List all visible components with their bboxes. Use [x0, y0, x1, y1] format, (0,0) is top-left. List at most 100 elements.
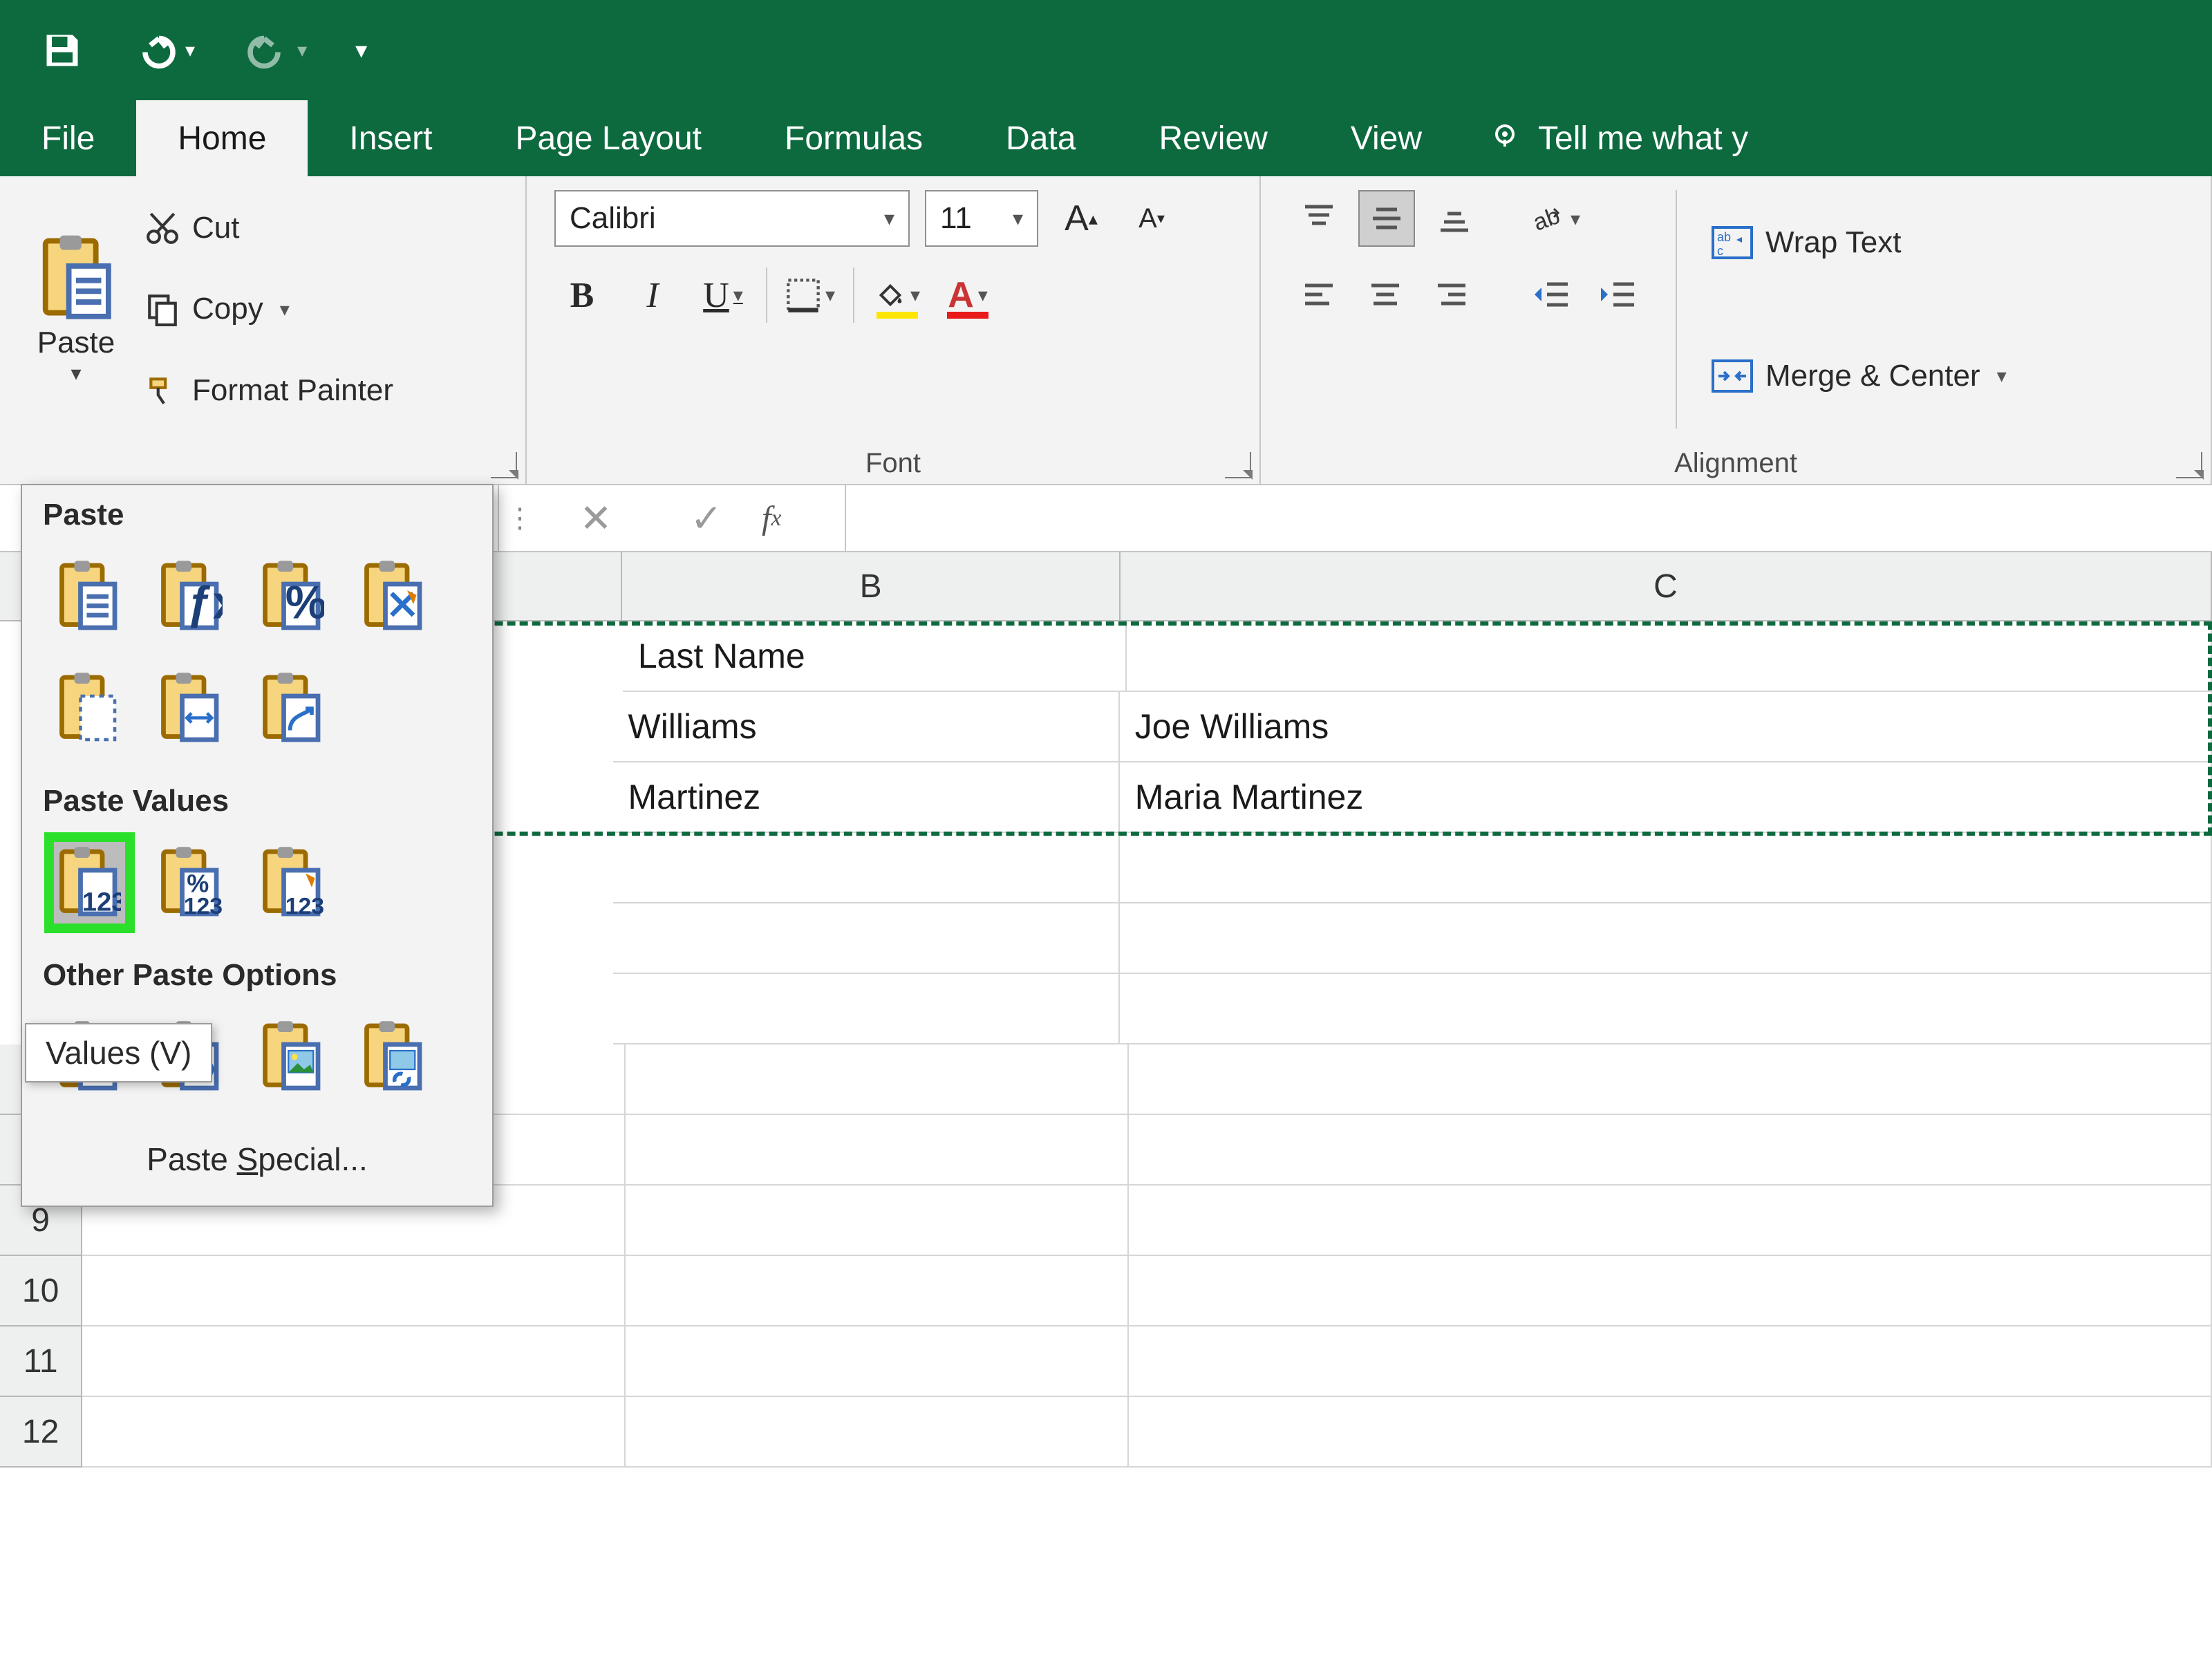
- undo-icon[interactable]: ▾: [131, 30, 195, 71]
- paste-button[interactable]: Paste ▾: [24, 234, 128, 386]
- decrease-indent-icon[interactable]: [1524, 268, 1578, 321]
- tab-file[interactable]: File: [0, 100, 136, 176]
- other-paste-section-label: Other Paste Options: [22, 946, 492, 1005]
- enter-formula-icon[interactable]: ✓: [651, 496, 762, 541]
- merge-center-button[interactable]: Merge & Center ▾: [1712, 359, 2007, 393]
- tab-view[interactable]: View: [1309, 100, 1463, 176]
- decrease-font-icon[interactable]: A▾: [1124, 191, 1179, 246]
- font-color-button[interactable]: A▾: [940, 268, 995, 323]
- copy-dropdown-icon[interactable]: ▾: [280, 298, 290, 321]
- chevron-down-icon: ▾: [884, 207, 894, 231]
- font-name-value: Calibri: [570, 201, 656, 236]
- quick-access-toolbar: ▾ ▾ ▾: [0, 0, 2212, 100]
- cancel-formula-icon[interactable]: ✕: [541, 496, 651, 541]
- cell-b3[interactable]: Martinez: [613, 762, 1120, 833]
- cell-b1[interactable]: Last Name: [623, 621, 1127, 692]
- paste-option-picture-icon[interactable]: [253, 1012, 332, 1102]
- paste-option-keep-source-fmt-icon[interactable]: [355, 552, 434, 641]
- underline-button[interactable]: U▾: [695, 268, 751, 323]
- paste-option-formulas-icon[interactable]: ƒx: [151, 552, 231, 641]
- align-bottom-icon[interactable]: [1427, 191, 1481, 245]
- paste-option-transpose-icon[interactable]: [253, 664, 332, 753]
- increase-font-icon[interactable]: A▴: [1053, 191, 1109, 246]
- italic-button[interactable]: I: [625, 268, 680, 323]
- align-left-icon[interactable]: [1292, 268, 1346, 321]
- orientation-button[interactable]: ab▾: [1527, 191, 1581, 245]
- cut-label: Cut: [192, 211, 239, 245]
- svg-text:c: c: [1717, 244, 1723, 258]
- fill-color-button[interactable]: ▾: [870, 268, 925, 323]
- tab-page-layout[interactable]: Page Layout: [474, 100, 743, 176]
- separator: [766, 268, 767, 323]
- wrap-text-label: Wrap Text: [1765, 225, 1901, 260]
- tab-formulas[interactable]: Formulas: [743, 100, 964, 176]
- svg-text:ab: ab: [1530, 203, 1564, 236]
- svg-text:%ƒx: %ƒx: [285, 577, 324, 629]
- paste-options-popup: Paste ƒx %ƒx Paste Values 123 %123 123 O…: [21, 484, 494, 1207]
- cell-b2[interactable]: Williams: [613, 692, 1120, 762]
- cell-c2[interactable]: Joe Williams: [1120, 692, 2212, 762]
- increase-indent-icon[interactable]: [1591, 268, 1644, 321]
- col-header-b[interactable]: B: [622, 552, 1121, 621]
- tab-insert[interactable]: Insert: [308, 100, 474, 176]
- formula-input[interactable]: [845, 485, 2212, 551]
- font-name-combo[interactable]: Calibri ▾: [554, 190, 910, 247]
- customize-qat-icon[interactable]: ▾: [355, 37, 367, 64]
- svg-text:ab: ab: [1717, 230, 1731, 244]
- paste-option-values-icon[interactable]: 123: [50, 838, 129, 928]
- svg-text:123: 123: [183, 893, 222, 919]
- tab-review[interactable]: Review: [1117, 100, 1309, 176]
- paste-dropdown-icon[interactable]: ▾: [71, 362, 81, 386]
- paste-option-values-number-fmt-icon[interactable]: %123: [151, 838, 231, 928]
- tell-me-label: Tell me what y: [1538, 120, 1748, 158]
- bold-button[interactable]: B: [554, 268, 610, 323]
- paste-option-paste-icon[interactable]: [50, 552, 129, 641]
- font-group-label: Font: [865, 448, 921, 479]
- align-top-icon[interactable]: [1292, 191, 1346, 245]
- merge-center-label: Merge & Center: [1765, 359, 1980, 393]
- tooltip-values: Values (V): [25, 1023, 212, 1082]
- row-header-10[interactable]: 10: [0, 1256, 82, 1327]
- row-11: 11: [0, 1327, 2212, 1397]
- paste-option-keep-col-widths-icon[interactable]: [151, 664, 231, 753]
- chevron-down-icon: ▾: [1013, 207, 1023, 231]
- alignment-dialog-launcher-icon[interactable]: [2176, 452, 2202, 478]
- copy-button[interactable]: Copy ▾: [145, 292, 393, 326]
- chevron-down-icon[interactable]: ▾: [1997, 364, 2007, 387]
- tab-data[interactable]: Data: [964, 100, 1117, 176]
- row-10: 10: [0, 1256, 2212, 1327]
- paste-label: Paste: [37, 326, 115, 360]
- cell-c1[interactable]: [1127, 621, 2212, 692]
- wrap-text-button[interactable]: abc Wrap Text: [1712, 225, 2007, 260]
- paste-option-values-source-fmt-icon[interactable]: 123: [253, 838, 332, 928]
- col-header-c[interactable]: C: [1121, 552, 2212, 621]
- row-12: 12: [0, 1397, 2212, 1468]
- cell-c3[interactable]: Maria Martinez: [1120, 762, 2212, 833]
- format-painter-label: Format Painter: [192, 373, 393, 408]
- font-dialog-launcher-icon[interactable]: [1225, 452, 1251, 478]
- svg-text:ƒx: ƒx: [187, 577, 223, 629]
- ribbon-tabs: File Home Insert Page Layout Formulas Da…: [0, 100, 2212, 176]
- insert-function-icon[interactable]: fx: [762, 499, 845, 537]
- paste-option-formulas-number-fmt-icon[interactable]: %ƒx: [253, 552, 332, 641]
- align-center-icon[interactable]: [1358, 268, 1412, 321]
- align-right-icon[interactable]: [1425, 268, 1479, 321]
- clipboard-dialog-launcher-icon[interactable]: [491, 452, 517, 478]
- row-header-12[interactable]: 12: [0, 1397, 82, 1468]
- format-painter-button[interactable]: Format Painter: [145, 373, 393, 408]
- redo-icon[interactable]: ▾: [243, 30, 307, 71]
- paste-option-linked-picture-icon[interactable]: [355, 1012, 434, 1102]
- paste-option-no-borders-icon[interactable]: [50, 664, 129, 753]
- group-clipboard: Paste ▾ Cut Copy ▾ Format Painter: [0, 176, 527, 484]
- paste-special-menuitem[interactable]: Paste Special...: [22, 1120, 492, 1206]
- borders-button[interactable]: ▾: [782, 268, 838, 323]
- row-header-11[interactable]: 11: [0, 1327, 82, 1397]
- align-middle-icon[interactable]: [1358, 190, 1415, 247]
- tab-home[interactable]: Home: [136, 100, 308, 176]
- group-alignment: ab▾ abc Wrap Text: [1261, 176, 2212, 484]
- cut-button[interactable]: Cut: [145, 211, 393, 245]
- font-size-value: 11: [940, 201, 972, 236]
- save-icon[interactable]: [41, 30, 83, 71]
- tell-me-search[interactable]: Tell me what y: [1491, 120, 1748, 158]
- font-size-combo[interactable]: 11 ▾: [925, 190, 1038, 247]
